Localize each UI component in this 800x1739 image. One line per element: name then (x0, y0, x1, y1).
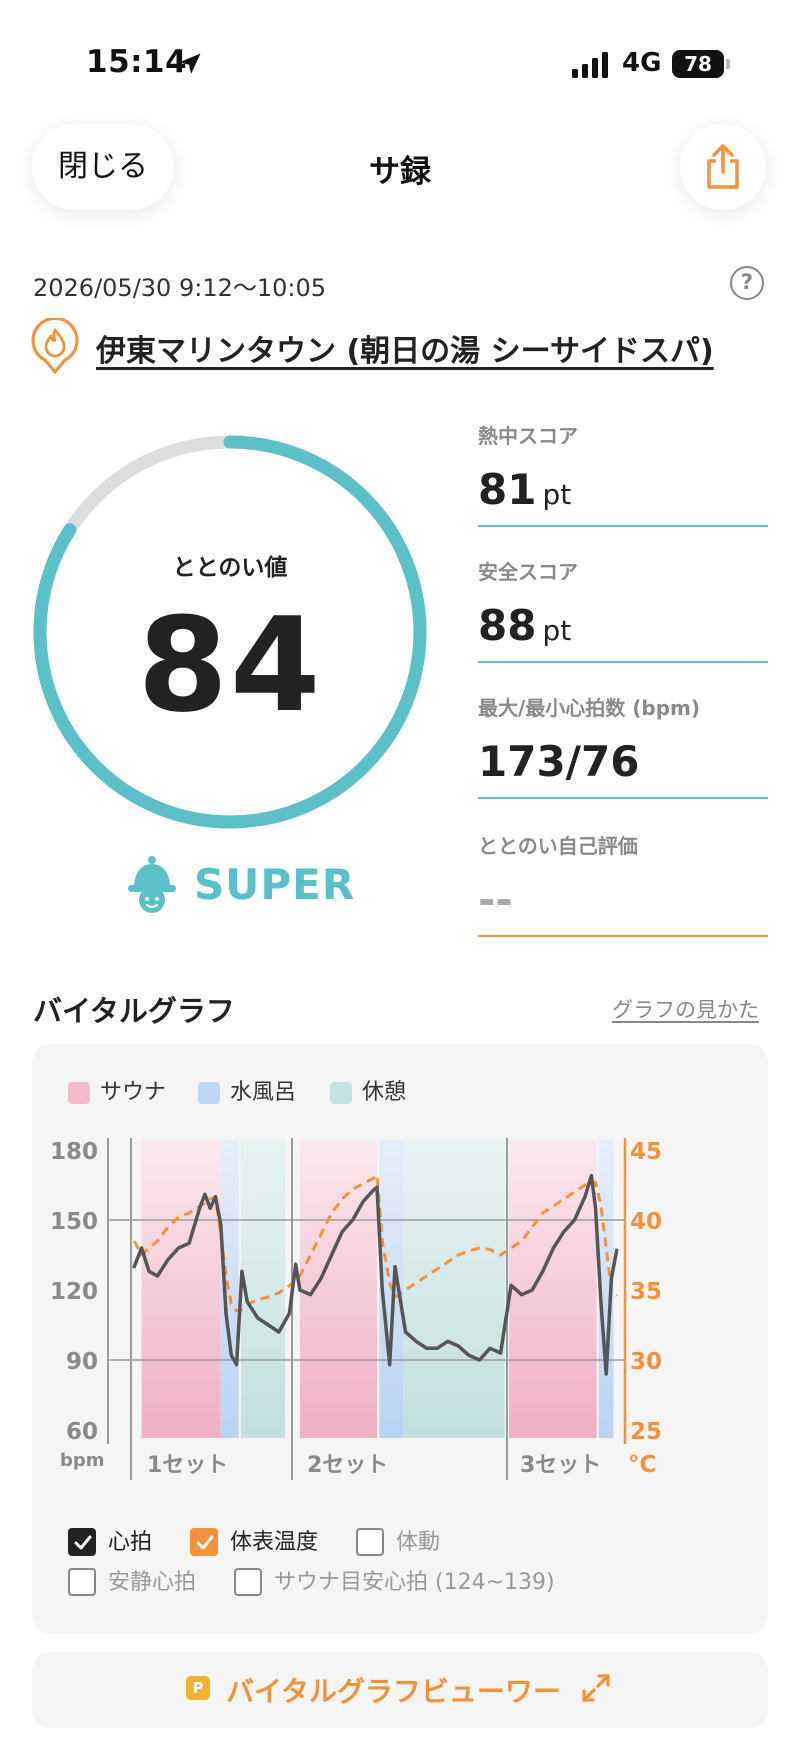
vital-graph-title: バイタルグラフ (33, 994, 235, 1028)
legend-swatch (330, 1082, 352, 1104)
status-time: 15:14 (86, 44, 188, 80)
status-bar: 15:14 4G 78 (0, 0, 800, 120)
phase-band-sauna (141, 1140, 221, 1438)
totonoi-value: 84 (137, 589, 323, 741)
checkbox-label: 体表温度 (230, 1530, 319, 1555)
metric-value: 81 pt (478, 465, 572, 514)
y-tick-right: 40 (630, 1209, 662, 1235)
metric-self-evaluation[interactable]: ととのい自己評価 -- (478, 830, 768, 937)
metric-safety-score: 安全スコア 88 pt (478, 556, 768, 663)
checkbox-label: 心拍 (108, 1530, 153, 1555)
legend-swatch (68, 1082, 90, 1104)
set-label: 3セット (520, 1453, 601, 1478)
metric-divider (478, 935, 768, 937)
legend-label: 水風呂 (230, 1080, 297, 1105)
cellular-signal-icon (572, 52, 608, 78)
checkbox-label: 安静心拍 (108, 1570, 197, 1595)
metric-divider (478, 797, 768, 799)
battery-icon: 78 (672, 50, 724, 78)
sauna-location-icon (31, 318, 79, 374)
help-icon[interactable]: ? (730, 266, 764, 300)
metric-heart-rate: 最大/最小心拍数 (bpm) 173/76 (478, 692, 768, 799)
metric-value: 88 pt (478, 601, 572, 650)
metric-label: ととのい自己評価 (478, 834, 638, 858)
y-axis-right-unit: °C (628, 1452, 656, 1478)
y-tick-left: 180 (50, 1139, 98, 1165)
session-datetime: 2026/05/30 9:12～10:05 (33, 274, 327, 302)
vital-chart[interactable]: 180 150 120 90 60 45 40 35 30 25 bpm °C 1セット 2セット 3セット (32, 1120, 768, 1520)
metric-value: -- (478, 875, 513, 924)
checkbox[interactable] (356, 1528, 384, 1556)
checkbox[interactable] (68, 1568, 96, 1596)
y-tick-right: 30 (630, 1349, 662, 1375)
y-tick-right: 25 (630, 1419, 662, 1445)
checkbox[interactable] (68, 1528, 96, 1556)
metric-value: 173/76 (478, 737, 640, 786)
phase-band-sauna (299, 1140, 378, 1438)
expand-icon (582, 1674, 610, 1702)
venue-link[interactable]: 伊東マリンタウン (朝日の湯 シーサイドスパ) (96, 326, 714, 370)
totonoi-label: ととのい値 (172, 555, 288, 581)
premium-badge: P (186, 1676, 210, 1700)
share-button[interactable] (680, 124, 766, 210)
checkbox[interactable] (190, 1528, 218, 1556)
phase-band-rest (240, 1140, 286, 1438)
set-label: 1セット (147, 1453, 228, 1478)
metric-label: 安全スコア (478, 560, 578, 584)
y-tick-left: 120 (50, 1279, 98, 1305)
checkbox-label: サウナ目安心拍 (124~139) (274, 1570, 555, 1595)
location-arrow-icon (179, 53, 201, 74)
metric-heat-score: 熱中スコア 81 pt (478, 420, 768, 527)
y-tick-left: 150 (50, 1209, 98, 1235)
network-type: 4G (622, 48, 662, 78)
y-tick-right: 45 (630, 1139, 662, 1165)
metric-label: 熱中スコア (478, 424, 578, 448)
metric-divider (478, 661, 768, 663)
set-label: 2セット (307, 1453, 388, 1478)
checkbox[interactable] (234, 1568, 262, 1596)
share-icon (707, 144, 739, 189)
metric-label: 最大/最小心拍数 (bpm) (478, 696, 701, 720)
checkbox-label: 体動 (396, 1530, 441, 1555)
y-tick-right: 35 (630, 1279, 662, 1305)
legend-label: 休憩 (362, 1080, 407, 1105)
legend-label: サウナ (100, 1080, 167, 1105)
y-tick-left: 60 (66, 1419, 98, 1445)
phase-band-rest (403, 1140, 505, 1438)
graph-guide-link[interactable]: グラフの見かた (612, 994, 759, 1024)
y-axis-left-unit: bpm (60, 1450, 105, 1471)
check-icon (196, 1535, 214, 1550)
viewer-button-label[interactable]: バイタルグラフビューワー (226, 1670, 561, 1710)
totonoi-rank: SUPER (194, 860, 356, 909)
metric-divider (478, 525, 768, 527)
legend-swatch (198, 1082, 220, 1104)
battery-tip (726, 59, 730, 69)
sauna-hat-mascot-icon (128, 856, 176, 913)
y-tick-left: 90 (66, 1349, 98, 1375)
check-icon (74, 1535, 92, 1550)
